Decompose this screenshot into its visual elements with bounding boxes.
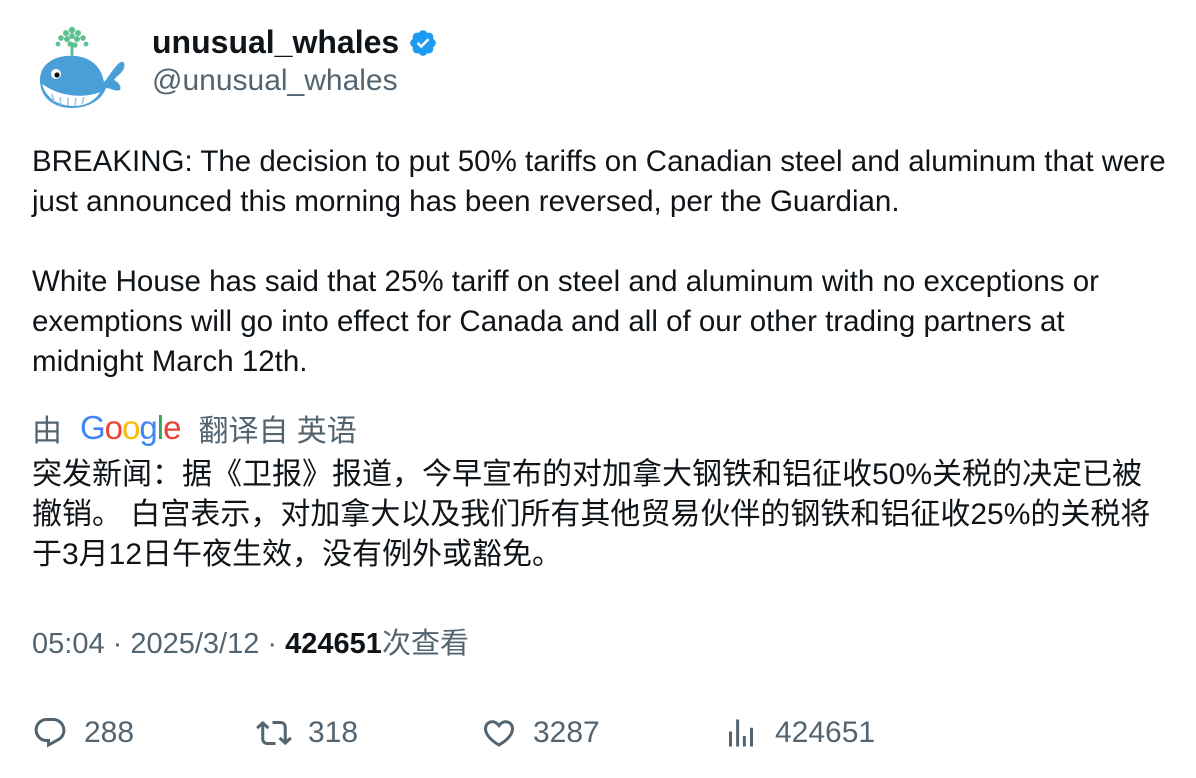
verified-badge-icon [410,30,436,56]
tweet-time[interactable]: 05:04 [32,628,105,660]
analytics-icon [729,719,753,747]
translation-by-prefix: 由 [32,415,62,448]
retweet-button[interactable]: 318 [256,708,358,758]
views-label: 次查看 [381,628,469,660]
reply-icon [34,718,66,748]
views-action-count: 424651 [775,716,876,749]
avatar[interactable] [32,24,128,114]
translated-text: 突发新闻：据《卫报》报道，今早宣布的对加拿大钢铁和铝征收50%关税的决定已被撤销… [32,458,1151,571]
like-count: 3287 [533,716,600,749]
like-button[interactable]: 3287 [481,708,600,758]
display-name[interactable]: unusual_whales [152,22,438,62]
user-handle[interactable]: @unusual_whales [152,62,398,100]
tweet-text: BREAKING: The decision to put 50% tariff… [32,145,1166,378]
meta-separator: · [259,628,286,660]
views-button[interactable]: 424651 [723,708,875,758]
tweet-meta: 05:04 · 2025/3/12 · 424651次查看 [32,624,469,664]
reply-count: 288 [84,716,135,749]
tweet-date[interactable]: 2025/3/12 [130,628,259,660]
display-name-text[interactable]: unusual_whales [152,22,399,62]
whale-icon [40,26,125,108]
meta-separator: · [104,628,131,660]
reply-button[interactable]: 288 [32,708,134,758]
views-count: 424651 [285,628,382,660]
heart-icon [483,720,515,747]
translation-attribution: 由 Google 翻译自 英语 [32,407,357,449]
retweet-count: 318 [308,716,359,749]
retweet-icon [256,720,292,746]
google-logo: Google [80,409,181,446]
translation-label[interactable]: 翻译自 英语 [198,406,356,450]
action-bar: 288 318 3287 424651 [32,708,1172,758]
